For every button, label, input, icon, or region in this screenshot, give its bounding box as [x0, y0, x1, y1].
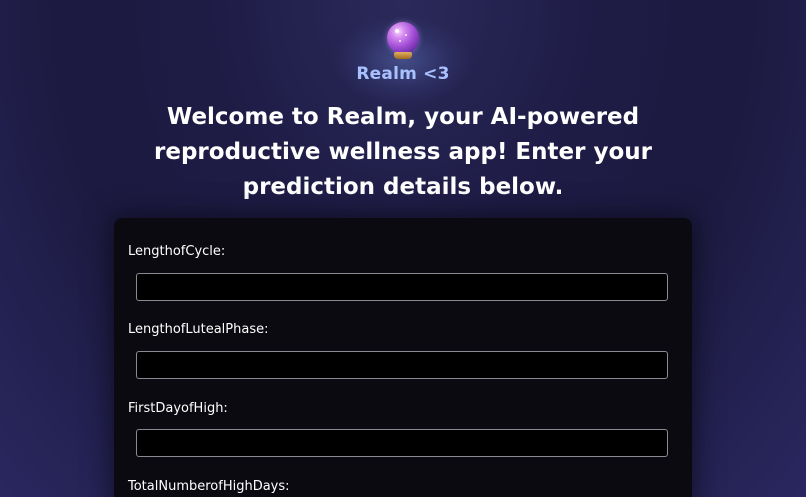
cycle-length-label: LengthofCycle:	[128, 244, 226, 259]
total-high-days-label: TotalNumberofHighDays:	[128, 479, 290, 494]
prediction-form: LengthofCycle: LengthofLutealPhase: Firs…	[114, 218, 692, 497]
luteal-phase-input[interactable]	[136, 351, 668, 379]
first-day-high-label: FirstDayofHigh:	[128, 401, 228, 416]
page-title: Welcome to Realm, your AI-powered reprod…	[154, 104, 652, 200]
luteal-phase-label: LengthofLutealPhase:	[128, 322, 269, 337]
crystal-ball-icon	[385, 22, 421, 62]
first-day-high-input[interactable]	[136, 429, 668, 457]
brand-name: Realm <3	[356, 64, 450, 84]
cycle-length-input[interactable]	[136, 273, 668, 301]
